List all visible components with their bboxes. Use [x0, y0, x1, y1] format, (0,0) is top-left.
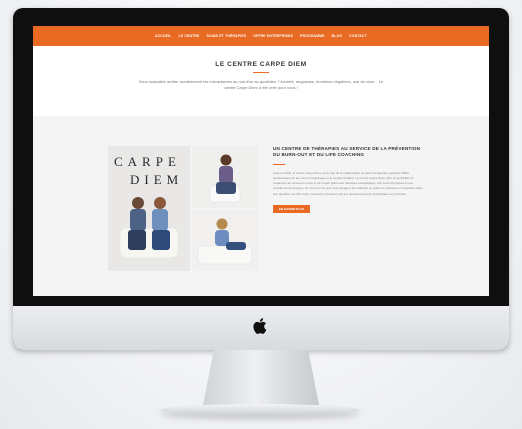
- apple-logo-icon: [253, 318, 267, 334]
- therapists-illustration: [119, 197, 179, 259]
- title-divider: [253, 72, 269, 73]
- monitor-base: [160, 404, 360, 416]
- imac-monitor: ACCUEIL LE CENTRE SOINS ET THÉRAPIES OFF…: [13, 8, 509, 350]
- website-screen: ACCUEIL LE CENTRE SOINS ET THÉRAPIES OFF…: [33, 26, 489, 296]
- nav-item-soins[interactable]: SOINS ET THÉRAPIES: [207, 34, 247, 38]
- therapist-lying-illustration: [197, 218, 253, 265]
- heading-divider: [273, 163, 285, 165]
- nav-item-accueil[interactable]: ACCUEIL: [155, 34, 171, 38]
- photo-therapist-seated: [192, 146, 258, 208]
- content-band: CARPE DIEM UN CENTRE DE THÉRAPIES AU SER…: [33, 116, 489, 296]
- monitor-stand: [202, 350, 320, 410]
- section-body: Créé en 2015, le centre Carpe Diem est l…: [273, 170, 423, 196]
- nav-item-blog[interactable]: BLOG: [332, 34, 343, 38]
- top-navigation: ACCUEIL LE CENTRE SOINS ET THÉRAPIES OFF…: [33, 26, 489, 46]
- photo-therapist-lying: [192, 210, 258, 271]
- photo-collage: CARPE DIEM: [108, 146, 258, 271]
- hero-section: LE CENTRE CARPE DIEM Vous souhaitez arrê…: [33, 46, 489, 116]
- hero-text: Vous souhaitez arrêter durablement les m…: [138, 79, 384, 90]
- intro-text-block: UN CENTRE DE THÉRAPIES AU SERVICE DE LA …: [273, 146, 423, 215]
- nav-item-offre[interactable]: OFFRE ENTREPRISES: [253, 34, 293, 38]
- section-heading: UN CENTRE DE THÉRAPIES AU SERVICE DE LA …: [273, 146, 421, 158]
- nav-item-le-centre[interactable]: LE CENTRE: [178, 34, 199, 38]
- therapist-seated-illustration: [209, 154, 241, 203]
- monitor-chin: [13, 306, 509, 350]
- nav-item-contact[interactable]: CONTACT: [349, 34, 367, 38]
- photo-two-therapists-sofa: CARPE DIEM: [108, 146, 190, 271]
- nav-item-programme[interactable]: PROGRAMME: [300, 34, 325, 38]
- page-title: LE CENTRE CARPE DIEM: [215, 61, 307, 68]
- learn-more-button[interactable]: EN SAVOIR PLUS: [273, 204, 311, 213]
